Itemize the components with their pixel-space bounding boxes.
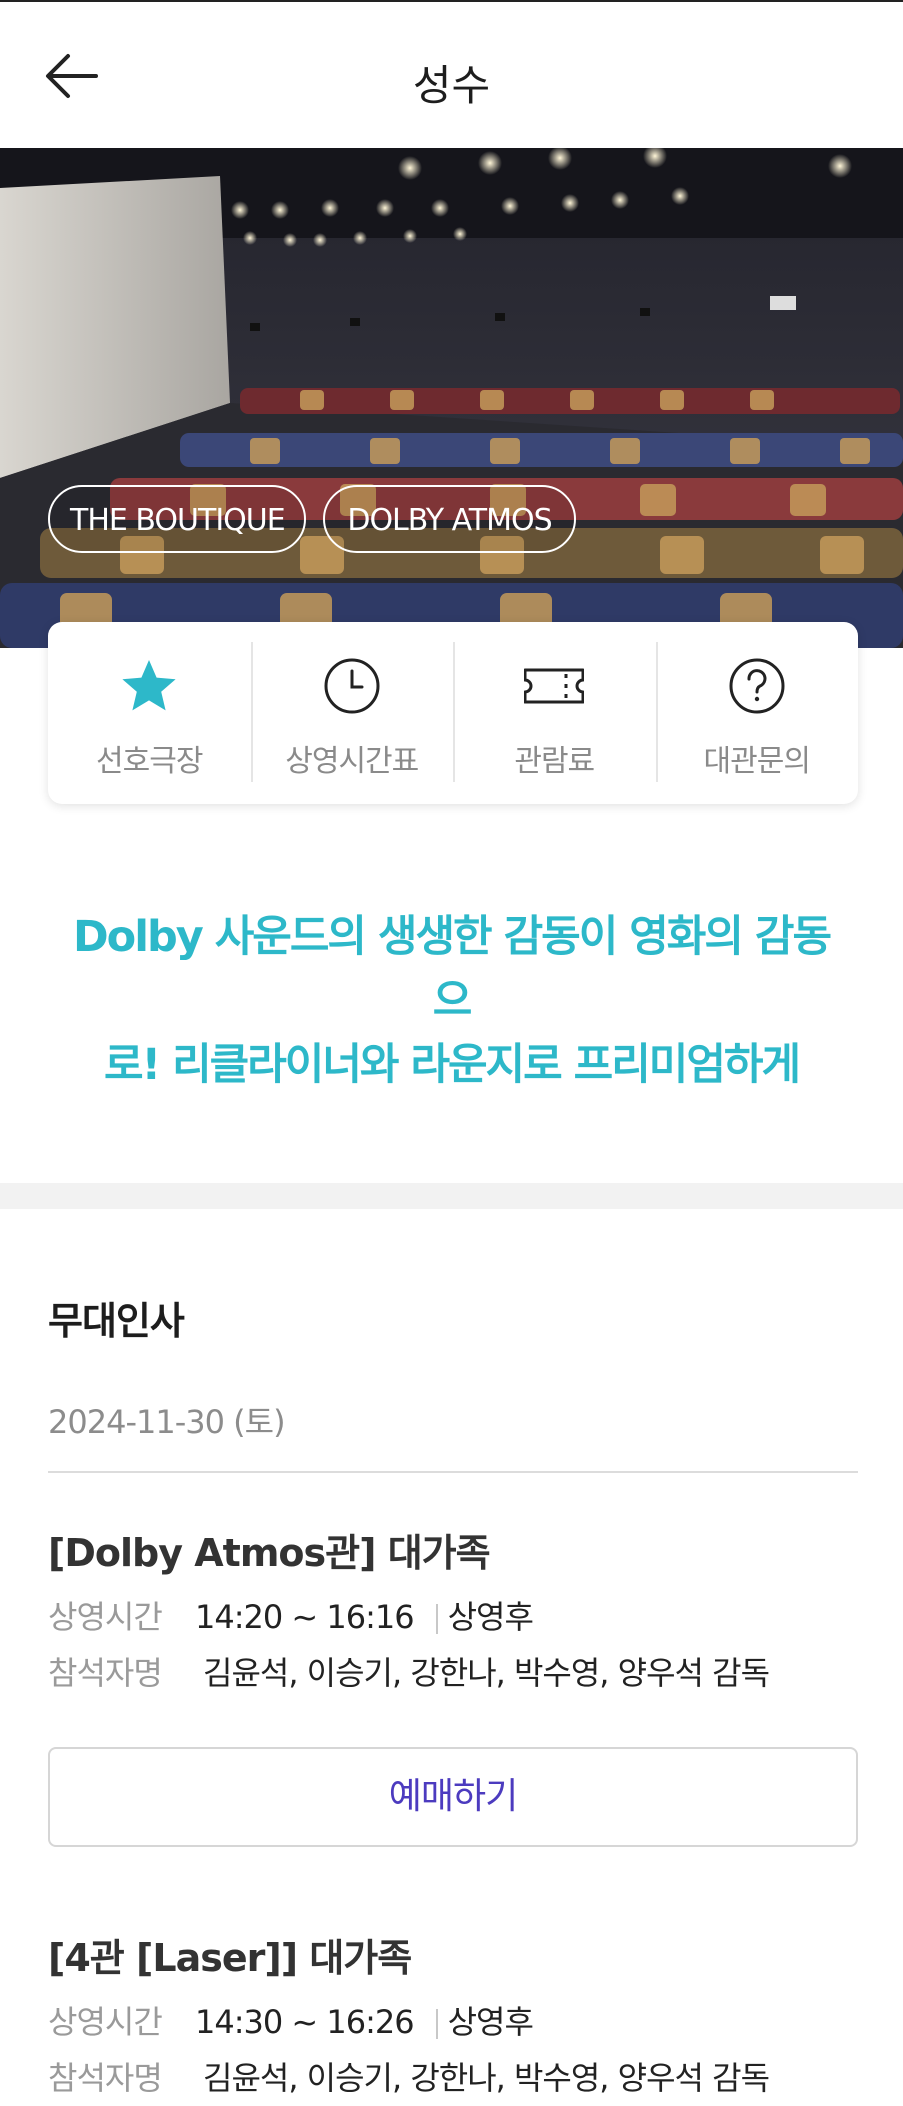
greeting-timing: 상영후: [447, 2003, 534, 2041]
showtimes-button[interactable]: 상영시간표: [250, 622, 454, 804]
section-divider: [0, 1183, 903, 1209]
theater-hero-image: THE BOUTIQUE DOLBY ATMOS: [0, 148, 903, 648]
guests-row: 참석자명 김윤석, 이승기, 강한나, 박수영, 양우석 감독: [48, 2053, 770, 2099]
show-title: [4관 [Laser]] 대가족: [48, 1936, 412, 1980]
ticket-price-button[interactable]: 관람료: [453, 622, 656, 804]
book-button[interactable]: 예매하기: [48, 1747, 858, 1847]
guests-list: 김윤석, 이승기, 강한나, 박수영, 양우석 감독: [203, 1654, 770, 1692]
favorite-theater-label: 선호극장: [96, 744, 203, 779]
show-time: 14:20 ~ 16:16: [195, 1598, 415, 1636]
greeting-timing: 상영후: [447, 1598, 534, 1636]
favorite-theater-button[interactable]: 선호극장: [48, 622, 251, 804]
guests-list: 김윤석, 이승기, 강한나, 박수영, 양우석 감독: [203, 2059, 770, 2097]
section-title: 무대인사: [48, 1299, 185, 1343]
tag-dolby-atmos: DOLBY ATMOS: [323, 485, 576, 553]
star-icon: [122, 660, 176, 711]
promo-line-1: Dolby 사운드의 생생한 감동이 영화의 감동으: [72, 912, 832, 1026]
ticket-icon: [524, 668, 585, 704]
rental-inquiry-label: 대관문의: [703, 744, 811, 779]
showtimes-label: 상영시간표: [285, 744, 419, 779]
tag-the-boutique: THE BOUTIQUE: [48, 485, 306, 553]
guests-label: 참석자명: [48, 1654, 163, 1692]
show-time-row: 상영시간 14:20 ~ 16:16 상영후: [48, 1592, 534, 1638]
event-date: 2024-11-30 (토): [48, 1403, 286, 1441]
promo-line-2: 로! 리클라이너와 라운지로 프리미엄하게: [103, 1040, 801, 1090]
time-label: 상영시간: [48, 2003, 163, 2041]
guests-label: 참석자명: [48, 2059, 163, 2097]
guests-row: 참석자명 김윤석, 이승기, 강한나, 박수영, 양우석 감독: [48, 1648, 770, 1694]
quick-menu: 선호극장 상영시간표 관람료 대관문의: [48, 622, 858, 804]
pipe-divider: [435, 2009, 438, 2039]
pipe-divider: [435, 1604, 438, 1634]
rental-inquiry-button[interactable]: 대관문의: [655, 622, 859, 804]
time-label: 상영시간: [48, 1598, 163, 1636]
app-header: 성수: [0, 2, 903, 148]
promo-text: Dolby 사운드의 생생한 감동이 영화의 감동으 로! 리클라이너와 라운지…: [60, 905, 843, 1097]
page-title: 성수: [412, 61, 491, 110]
question-circle-icon: [729, 658, 785, 714]
show-time-row: 상영시간 14:30 ~ 16:26 상영후: [48, 1997, 534, 2043]
ticket-price-label: 관람료: [514, 744, 595, 779]
clock-icon: [324, 658, 380, 714]
show-title: [Dolby Atmos관] 대가족: [48, 1531, 491, 1575]
show-time: 14:30 ~ 16:26: [195, 2003, 415, 2041]
divider-line: [48, 1471, 858, 1473]
